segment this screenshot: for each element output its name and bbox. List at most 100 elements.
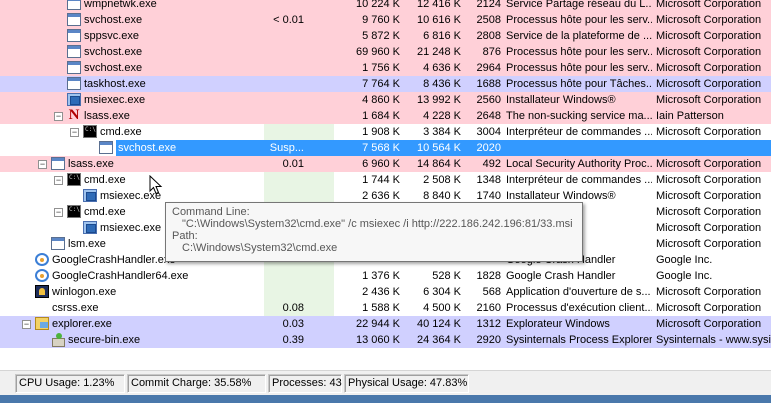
tree-collapse-icon[interactable]: − — [38, 160, 47, 169]
app-icon — [99, 141, 113, 154]
company-cell: Microsoft Corporation — [656, 206, 762, 218]
pid-cell: 1312 — [476, 318, 501, 330]
process-name: lsass.exe — [68, 158, 114, 170]
working-set-cell: 2 508 K — [423, 174, 461, 186]
process-row[interactable]: GoogleCrashHandler64.exe 1 376 K 528 K 1828… — [0, 268, 771, 284]
working-set-cell: 21 248 K — [416, 46, 461, 58]
process-name: svchost.exe — [84, 14, 143, 26]
company-cell — [655, 140, 771, 156]
private-bytes-cell: 4 860 K — [362, 94, 400, 106]
description-cell: Service de la plateforme de ... — [506, 30, 652, 42]
process-name: svchost.exe — [84, 62, 143, 74]
pid-cell: 492 — [482, 158, 501, 170]
cpu-cell — [264, 172, 334, 188]
process-name: GoogleCrashHandler64.exe — [52, 270, 189, 282]
private-bytes-cell: 9 760 K — [362, 14, 400, 26]
company-cell: Microsoft Corporation — [656, 238, 762, 250]
pid-cell: 1828 — [476, 270, 501, 282]
private-bytes-cell: 2 436 K — [362, 286, 400, 298]
n-icon: N — [68, 108, 80, 123]
cpu-cell — [264, 92, 334, 108]
process-row[interactable]: − explorer.exe 0.03 22 944 K 40 124 K 1312 Exp… — [0, 316, 771, 332]
company-cell: Microsoft Corporation — [656, 158, 762, 170]
company-cell: Microsoft Corporation — [656, 30, 762, 42]
working-set-cell: 40 124 K — [416, 318, 461, 330]
tree-collapse-icon[interactable]: − — [54, 176, 63, 185]
description-cell: Application d'ouverture de s... — [506, 286, 651, 298]
company-cell: Microsoft Corporation — [656, 126, 762, 138]
pid-cell: 568 — [482, 286, 501, 298]
process-row[interactable]: csrss.exe 0.08 1 588 K 4 500 K 2160 Processus… — [0, 300, 771, 316]
process-name-cell: svchost.exe — [0, 60, 263, 76]
process-row[interactable]: − lsass.exe 0.01 6 960 K 14 864 K 492 Local Se… — [0, 156, 771, 172]
process-name: cmd.exe — [84, 174, 126, 186]
pid-cell: 2508 — [476, 14, 501, 26]
cpu-cell: 0.08 — [264, 300, 334, 316]
process-name: svchost.exe — [116, 140, 263, 156]
cpu-cell: 0.01 — [282, 158, 304, 170]
process-row[interactable]: svchost.exe Susp... 7 568 K 10 564 K 2020 — [0, 140, 771, 156]
cmd-icon — [67, 173, 81, 186]
process-name: lsm.exe — [68, 238, 106, 250]
cmd-icon — [67, 205, 81, 218]
private-bytes-cell: 6 960 K — [362, 158, 400, 170]
app-icon — [67, 0, 81, 10]
process-name-cell: svchost.exe — [0, 140, 263, 156]
secure-icon — [51, 333, 65, 347]
process-name: sppsvc.exe — [84, 30, 140, 42]
company-cell: Microsoft Corporation — [656, 222, 762, 234]
tree-collapse-icon[interactable]: − — [54, 112, 63, 121]
private-bytes-cell: 7 764 K — [362, 78, 400, 90]
process-row[interactable]: taskhost.exe 7 764 K 8 436 K 1688 Processus … — [0, 76, 771, 92]
process-row[interactable]: svchost.exe < 0.01 9 760 K 10 616 K 2508 Proc… — [0, 12, 771, 28]
process-name: secure-bin.exe — [68, 334, 141, 346]
private-bytes-cell: 7 568 K — [362, 142, 400, 154]
process-row[interactable]: svchost.exe 69 960 K 21 248 K 876 Processus … — [0, 44, 771, 60]
process-name-cell: taskhost.exe — [0, 76, 263, 92]
tooltip-cmdline-value: "C:\Windows\System32\cmd.exe" /c msiexec… — [182, 218, 573, 230]
tree-collapse-icon[interactable]: − — [70, 128, 79, 137]
process-name: cmd.exe — [84, 206, 126, 218]
process-row[interactable]: winlogon.exe 2 436 K 6 304 K 568 Application… — [0, 284, 771, 300]
app-icon — [67, 13, 81, 26]
company-cell: Microsoft Corporation — [656, 78, 762, 90]
winlogon-icon — [35, 285, 49, 298]
working-set-cell: 528 K — [432, 270, 461, 282]
working-set-cell: 10 616 K — [416, 14, 461, 26]
working-set-cell: 4 500 K — [423, 302, 461, 314]
process-row[interactable]: sppsvc.exe 5 872 K 6 816 K 2808 Service de l… — [0, 28, 771, 44]
tree-collapse-icon[interactable]: − — [54, 208, 63, 217]
status-cpu-usage: CPU Usage: 1.23% — [15, 374, 125, 393]
process-name-cell: winlogon.exe — [0, 284, 263, 300]
process-row[interactable]: wmpnetwk.exe 10 224 K 12 416 K 2124 Service … — [0, 0, 771, 12]
process-name-cell: svchost.exe — [0, 44, 263, 60]
process-name: msiexec.exe — [100, 222, 162, 234]
pid-cell: 2808 — [476, 30, 501, 42]
process-name: csrss.exe — [52, 302, 99, 314]
description-cell: Interpréteur de commandes ... — [506, 174, 652, 186]
process-row[interactable]: secure-bin.exe 0.39 13 060 K 24 364 K 2920 Sy… — [0, 332, 771, 348]
process-row[interactable]: svchost.exe 1 756 K 4 636 K 2964 Processus h… — [0, 60, 771, 76]
description-cell: Local Security Authority Proc... — [506, 158, 652, 170]
google-icon — [35, 269, 49, 282]
cmd-icon — [83, 125, 97, 138]
private-bytes-cell: 69 960 K — [355, 46, 400, 58]
working-set-cell: 6 304 K — [423, 286, 461, 298]
cpu-cell — [264, 108, 334, 124]
process-row[interactable]: msiexec.exe 4 860 K 13 992 K 2560 Installate… — [0, 92, 771, 108]
msi-icon — [83, 189, 97, 202]
process-row[interactable]: − Nlsass.exe 1 684 K 4 228 K 2648 The non-suc… — [0, 108, 771, 124]
working-set-cell: 8 436 K — [423, 78, 461, 90]
working-set-cell: 12 416 K — [416, 0, 461, 10]
app-icon — [51, 237, 65, 250]
pid-cell: 1688 — [476, 78, 501, 90]
tooltip-path-label: Path: — [172, 230, 198, 242]
status-physical-usage: Physical Usage: 47.83% — [344, 374, 469, 393]
tree-collapse-icon[interactable]: − — [22, 320, 31, 329]
process-row[interactable]: − cmd.exe 1 744 K 2 508 K 1348 Interpréteur d… — [0, 172, 771, 188]
company-cell: Microsoft Corporation — [656, 46, 762, 58]
cpu-cell — [264, 44, 334, 60]
process-row[interactable]: − cmd.exe 1 908 K 3 384 K 3004 Interpréteur d… — [0, 124, 771, 140]
process-explorer-window: wmpnetwk.exe 10 224 K 12 416 K 2124 Service … — [0, 0, 771, 403]
process-name-cell: − lsass.exe — [0, 156, 263, 172]
